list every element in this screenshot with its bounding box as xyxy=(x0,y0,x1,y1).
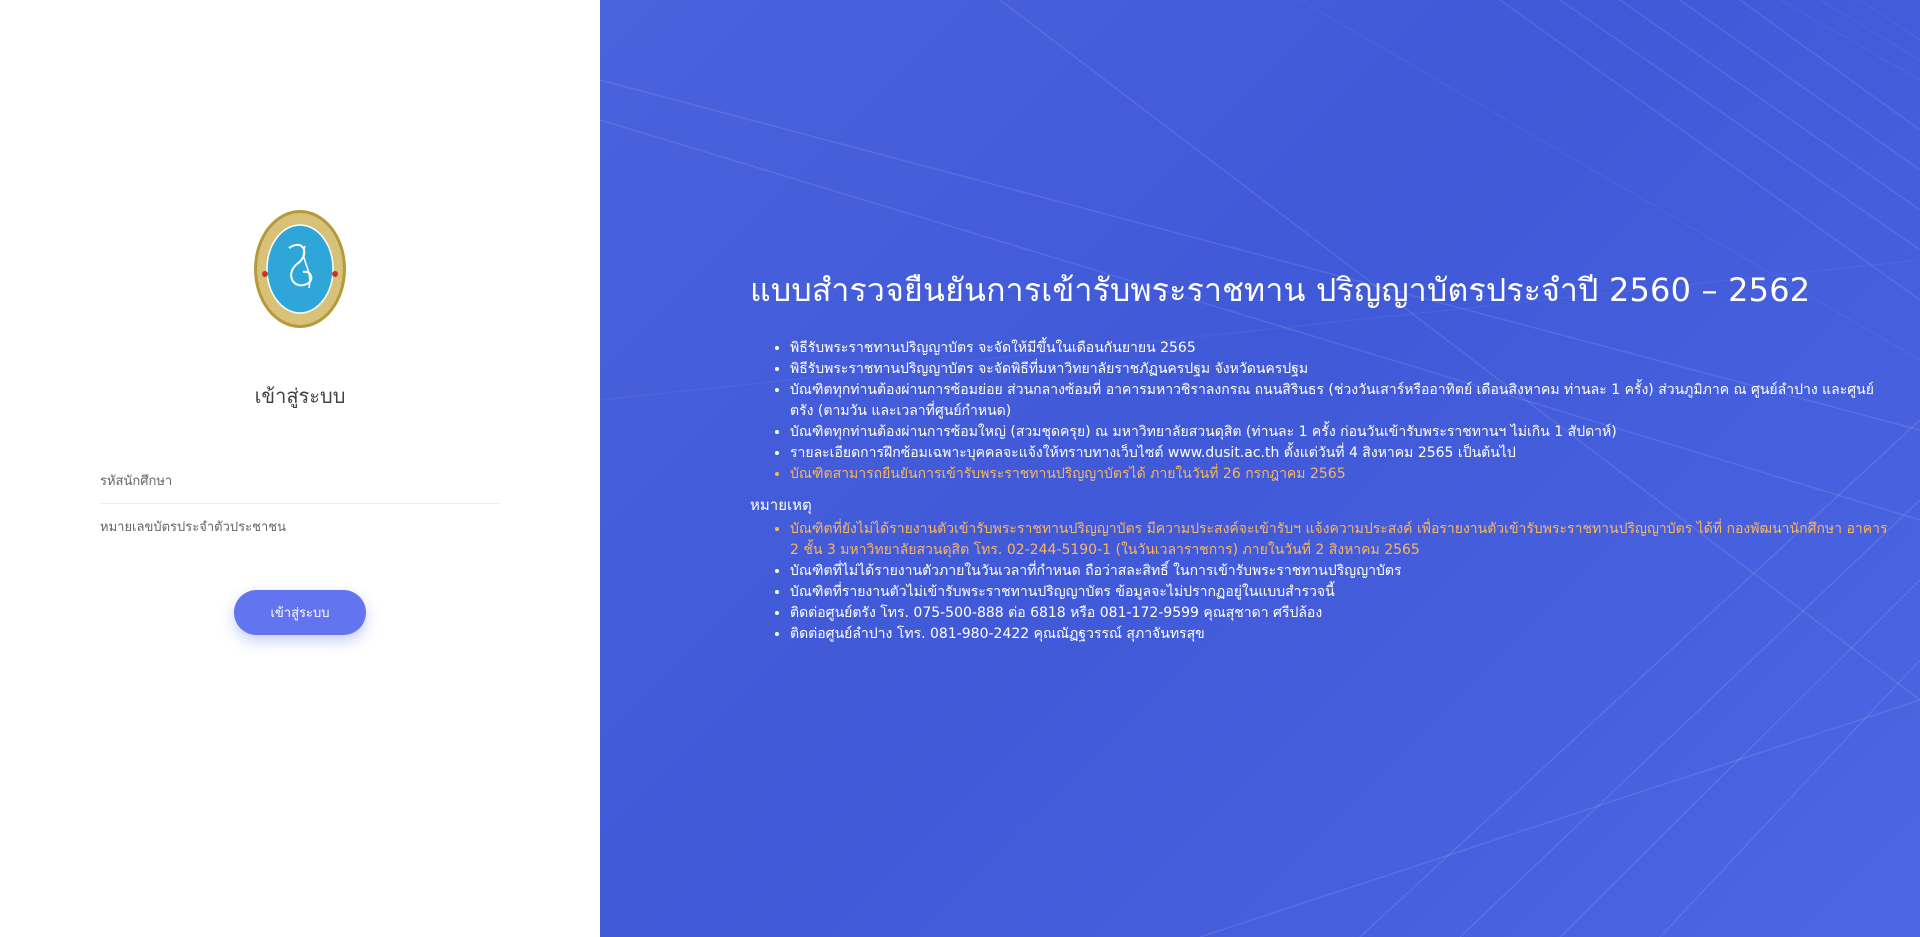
info-item: พิธีรับพระราชทานปริญญาบัตร จะจัดพิธีที่ม… xyxy=(790,359,1890,380)
info-item: บัณฑิตทุกท่านต้องผ่านการซ้อมใหญ่ (สวมชุด… xyxy=(790,422,1890,443)
info-item: รายละเอียดการฝึกซ้อมเฉพาะบุคคลจะแจ้งให้ท… xyxy=(790,443,1890,464)
note-item-highlight: บัณฑิตที่ยังไม่ได้รายงานตัวเข้ารับพระราช… xyxy=(790,519,1890,561)
note-list: บัณฑิตที่ยังไม่ได้รายงานตัวเข้ารับพระราช… xyxy=(750,519,1890,645)
citizen-id-input[interactable] xyxy=(100,505,500,549)
university-logo-icon xyxy=(254,210,346,328)
note-item: บัณฑิตที่รายงานตัวไม่เข้ารับพระราชทานปริ… xyxy=(790,582,1890,603)
login-panel: เข้าสู่ระบบ เข้าสู่ระบบ xyxy=(0,0,600,937)
info-item: บัณฑิตทุกท่านต้องผ่านการซ้อมย่อย ส่วนกลา… xyxy=(790,380,1890,422)
student-id-input[interactable] xyxy=(100,459,500,504)
note-title: หมายเหตุ xyxy=(750,496,812,514)
info-panel: แบบสำรวจยืนยันการเข้ารับพระราชทาน ปริญญา… xyxy=(600,0,1920,937)
info-list: พิธีรับพระราชทานปริญญาบัตร จะจัดให้มีขึ้… xyxy=(750,338,1890,485)
note-item: บัณฑิตที่ไม่ได้รายงานตัวภายในวันเวลาที่ก… xyxy=(790,561,1890,582)
info-item-highlight: บัณฑิตสามารถยืนยันการเข้ารับพระราชทานปริ… xyxy=(790,464,1890,485)
login-page: เข้าสู่ระบบ เข้าสู่ระบบ xyxy=(0,0,1920,937)
note-item: ติดต่อศูนย์ลำปาง โทร. 081-980-2422 คุณณั… xyxy=(790,624,1890,645)
note-item: ติดต่อศูนย์ตรัง โทร. 075-500-888 ต่อ 681… xyxy=(790,603,1890,624)
login-title: เข้าสู่ระบบ xyxy=(254,384,346,408)
info-content: แบบสำรวจยืนยันการเข้ารับพระราชทาน ปริญญา… xyxy=(750,265,1890,645)
info-item: พิธีรับพระราชทานปริญญาบัตร จะจัดให้มีขึ้… xyxy=(790,338,1890,359)
page-title: แบบสำรวจยืนยันการเข้ารับพระราชทาน ปริญญา… xyxy=(750,271,1811,309)
login-button[interactable]: เข้าสู่ระบบ xyxy=(234,590,366,635)
